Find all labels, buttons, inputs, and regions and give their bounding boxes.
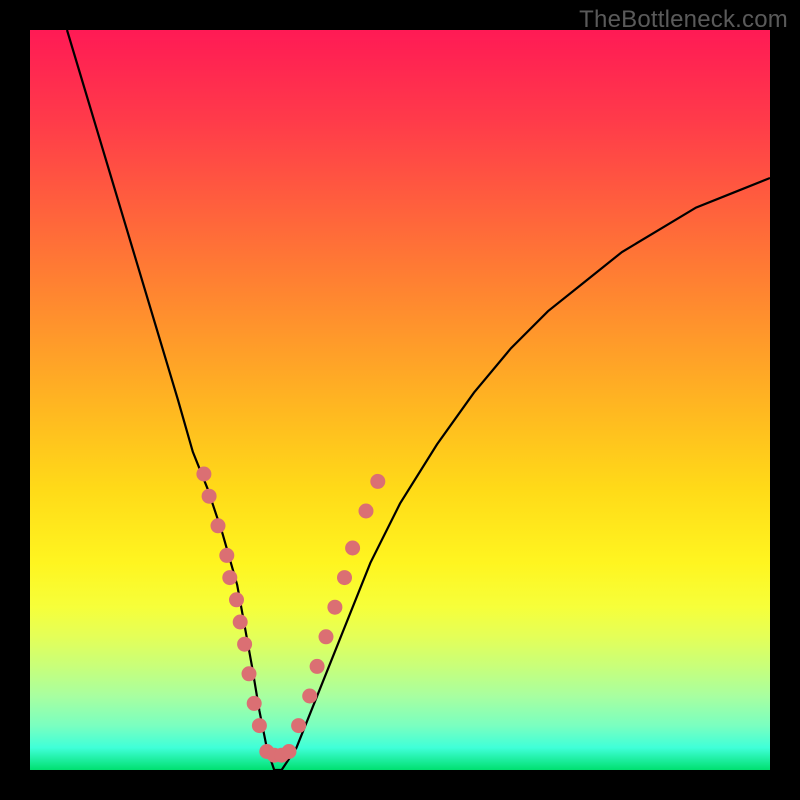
curve-dot [211,518,226,533]
curve-dot [233,615,248,630]
curve-dot [359,504,374,519]
bottleneck-curve [67,30,770,770]
curve-dot [291,718,306,733]
plot-area [30,30,770,770]
curve-dot [370,474,385,489]
curve-dot [252,718,267,733]
curve-dot [282,744,297,759]
curve-dot [196,467,211,482]
curve-dot [345,541,360,556]
curve-dot [302,689,317,704]
curve-dot [219,548,234,563]
curve-dot [319,629,334,644]
curve-dot [237,637,252,652]
curve-dot [337,570,352,585]
curve-dot [242,666,257,681]
curve-dot [247,696,262,711]
curve-dot [222,570,237,585]
curve-svg [30,30,770,770]
chart-frame: TheBottleneck.com [0,0,800,800]
curve-dot [310,659,325,674]
curve-dot [327,600,342,615]
curve-dot [229,592,244,607]
curve-dot [202,489,217,504]
curve-markers [196,467,385,763]
